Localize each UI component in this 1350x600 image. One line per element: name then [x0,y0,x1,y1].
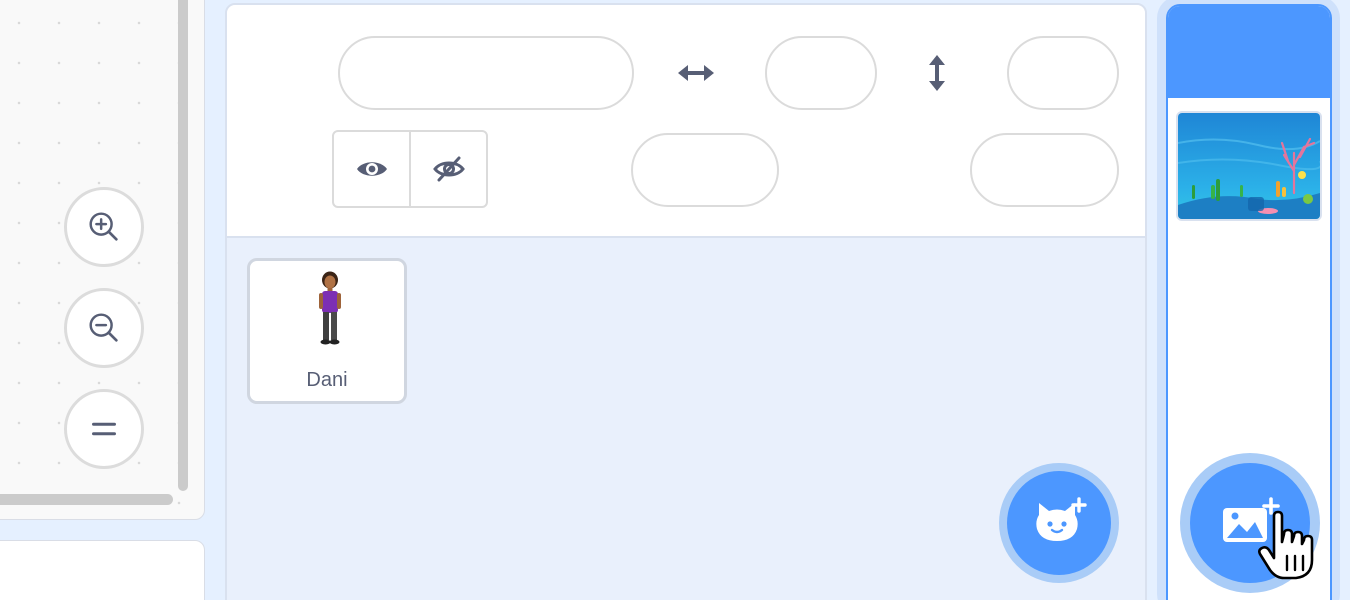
x-position-input[interactable] [765,36,877,110]
backdrop-thumbnail[interactable] [1176,111,1322,221]
eye-slash-icon [432,156,465,182]
workspace-horizontal-scrollbar[interactable] [0,494,173,505]
scratch-editor: Dani [0,0,1350,600]
code-workspace[interactable] [0,0,205,520]
add-sprite-button[interactable] [999,463,1119,583]
direction-input[interactable] [970,133,1119,207]
workspace-vertical-scrollbar[interactable] [178,0,188,491]
add-sprite-button-inner [1007,471,1111,575]
sprite-name-input[interactable] [338,36,634,110]
hand-cursor-icon [1258,510,1314,580]
sprite-pane: Dani [225,3,1147,600]
show-toggle-group [332,130,488,208]
zoom-in-icon [89,212,118,241]
cat-plus-icon [1036,497,1087,541]
vertical-arrow-icon [923,51,951,95]
sprite-tile[interactable]: Dani [247,258,407,404]
zoom-reset-button[interactable] [64,389,144,469]
show-sprite-button[interactable] [334,132,409,206]
underwater-backdrop [1178,113,1320,219]
y-position-input[interactable] [1007,36,1119,110]
zoom-in-button[interactable] [64,187,144,267]
zoom-out-button[interactable] [64,288,144,368]
dani-sprite-thumbnail [319,271,341,345]
eye-icon [356,162,387,176]
bottom-panel [0,540,205,600]
size-input[interactable] [631,133,779,207]
hide-sprite-button[interactable] [409,132,486,206]
zoom-out-icon [89,313,118,342]
zoom-reset-icon [92,422,116,436]
horizontal-arrow-icon [674,57,718,89]
sprite-name-label: Dani [306,369,348,391]
stage-header [1168,6,1330,98]
sprite-info-panel [227,5,1145,238]
